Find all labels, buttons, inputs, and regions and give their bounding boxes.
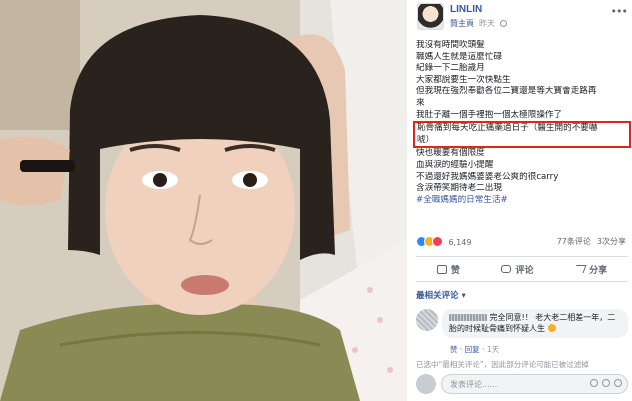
comment-bubble: 完全同意!！ 老大老二相差一年，二胎的时候耻骨痛到怀疑人生 <box>442 309 628 338</box>
globe-icon <box>500 20 507 27</box>
action-bar: 赞 评论 分享 <box>416 256 628 282</box>
comment-button[interactable]: 评论 <box>501 263 533 276</box>
love-reaction-icon[interactable] <box>432 236 443 247</box>
post-line: 來 <box>416 97 425 108</box>
post-line: 不過還好我媽媽婆婆老公爽的很carry <box>416 171 559 182</box>
post-line: 我沒有時間吹頭髮 <box>416 40 485 50</box>
post-hashtag[interactable]: #全職媽媽的日常生活# <box>416 195 628 207</box>
highlighted-text-box: 恥骨痛到每天吃止痛藥過日子（醫生開的不要嚇 唬） <box>413 121 631 149</box>
post-text: 我沒有時間吹頭髮 職媽人生就是這麼忙碌 紀錄一下二胎歲月 大家都說要生一次快點生… <box>413 40 631 207</box>
post-stats: 77条评论 3次分享 <box>551 236 626 247</box>
comment-composer: 发表评论...... <box>416 373 628 395</box>
thumbs-up-icon <box>436 264 447 274</box>
reactions-bar: 6,149 77条评论 3次分享 <box>416 236 626 250</box>
my-avatar <box>416 374 436 394</box>
post-line: 大家都說要生一次快點生 <box>416 74 511 85</box>
share-icon <box>573 265 587 273</box>
gif-icon[interactable] <box>614 379 622 387</box>
commenter-name-blurred[interactable] <box>449 314 487 321</box>
commenter-avatar[interactable] <box>416 309 438 331</box>
comment-icon <box>501 265 512 273</box>
sort-label: 最相关评论 <box>416 291 459 301</box>
like-label: 赞 <box>450 265 460 276</box>
post-meta: 贊主頁 昨天 <box>450 18 512 29</box>
comment-reply-link[interactable]: 回复 <box>465 345 480 354</box>
emoji-picker-icon[interactable] <box>590 379 598 387</box>
post-line: 職媽人生就是這麼忙碌 <box>416 51 502 62</box>
like-button[interactable]: 赞 <box>436 263 460 276</box>
share-label: 分享 <box>589 265 608 276</box>
comment-time: 1天 <box>486 345 500 354</box>
post-line: 快也暖要有個限度 <box>416 148 485 159</box>
photo-illustration <box>0 0 407 401</box>
post-header: LINLIN 贊主頁 昨天 ••• <box>417 3 628 31</box>
post-line: 我肚子離一個手裡抱一個太極限操作了 <box>416 109 563 120</box>
post-time[interactable]: 昨天 <box>479 19 495 28</box>
emoji-icon <box>547 323 556 332</box>
comment-label: 评论 <box>515 265 534 276</box>
post-line-highlight: 唬） <box>417 134 435 145</box>
input-icons <box>590 379 622 387</box>
sponsor-link[interactable]: 贊主頁 <box>450 19 474 28</box>
filter-notice: 已选中“最相关评论”，因此部分评论可能已被过滤掉 <box>416 360 589 369</box>
author-avatar[interactable] <box>417 3 444 30</box>
post-line: 血與淚的經驗小提醒 <box>416 159 494 170</box>
reaction-count[interactable]: 6,149 <box>449 238 472 247</box>
camera-icon[interactable] <box>602 379 610 387</box>
post-line: 紀錄一下二胎歲月 <box>416 63 485 74</box>
comment-meta: 赞 · 回复 · 1天 <box>450 345 500 354</box>
post-line: 但我現在強烈奉勸各位二寶還是等大寶會走路再 <box>416 86 597 97</box>
comment-sort-dropdown[interactable]: 最相关评论 ▾ <box>416 289 466 301</box>
post-line-highlight: 恥骨痛到每天吃止痛藥過日子（醫生開的不要嚇 <box>417 123 598 134</box>
comment-count[interactable]: 77条评论 <box>557 237 591 246</box>
post-panel: LINLIN 贊主頁 昨天 ••• 我沒有時間吹頭髮 職媽人生就是這麼忙碌 紀錄一… <box>407 0 632 401</box>
post-line: 含淚帶笑期待老二出現 <box>416 183 502 194</box>
more-options-icon[interactable]: ••• <box>611 5 628 18</box>
share-button[interactable]: 分享 <box>573 263 608 276</box>
share-count[interactable]: 3次分享 <box>597 237 626 246</box>
author-name[interactable]: LINLIN <box>450 4 482 15</box>
post-photo[interactable] <box>0 0 407 401</box>
comment-like-link[interactable]: 赞 <box>450 345 458 354</box>
